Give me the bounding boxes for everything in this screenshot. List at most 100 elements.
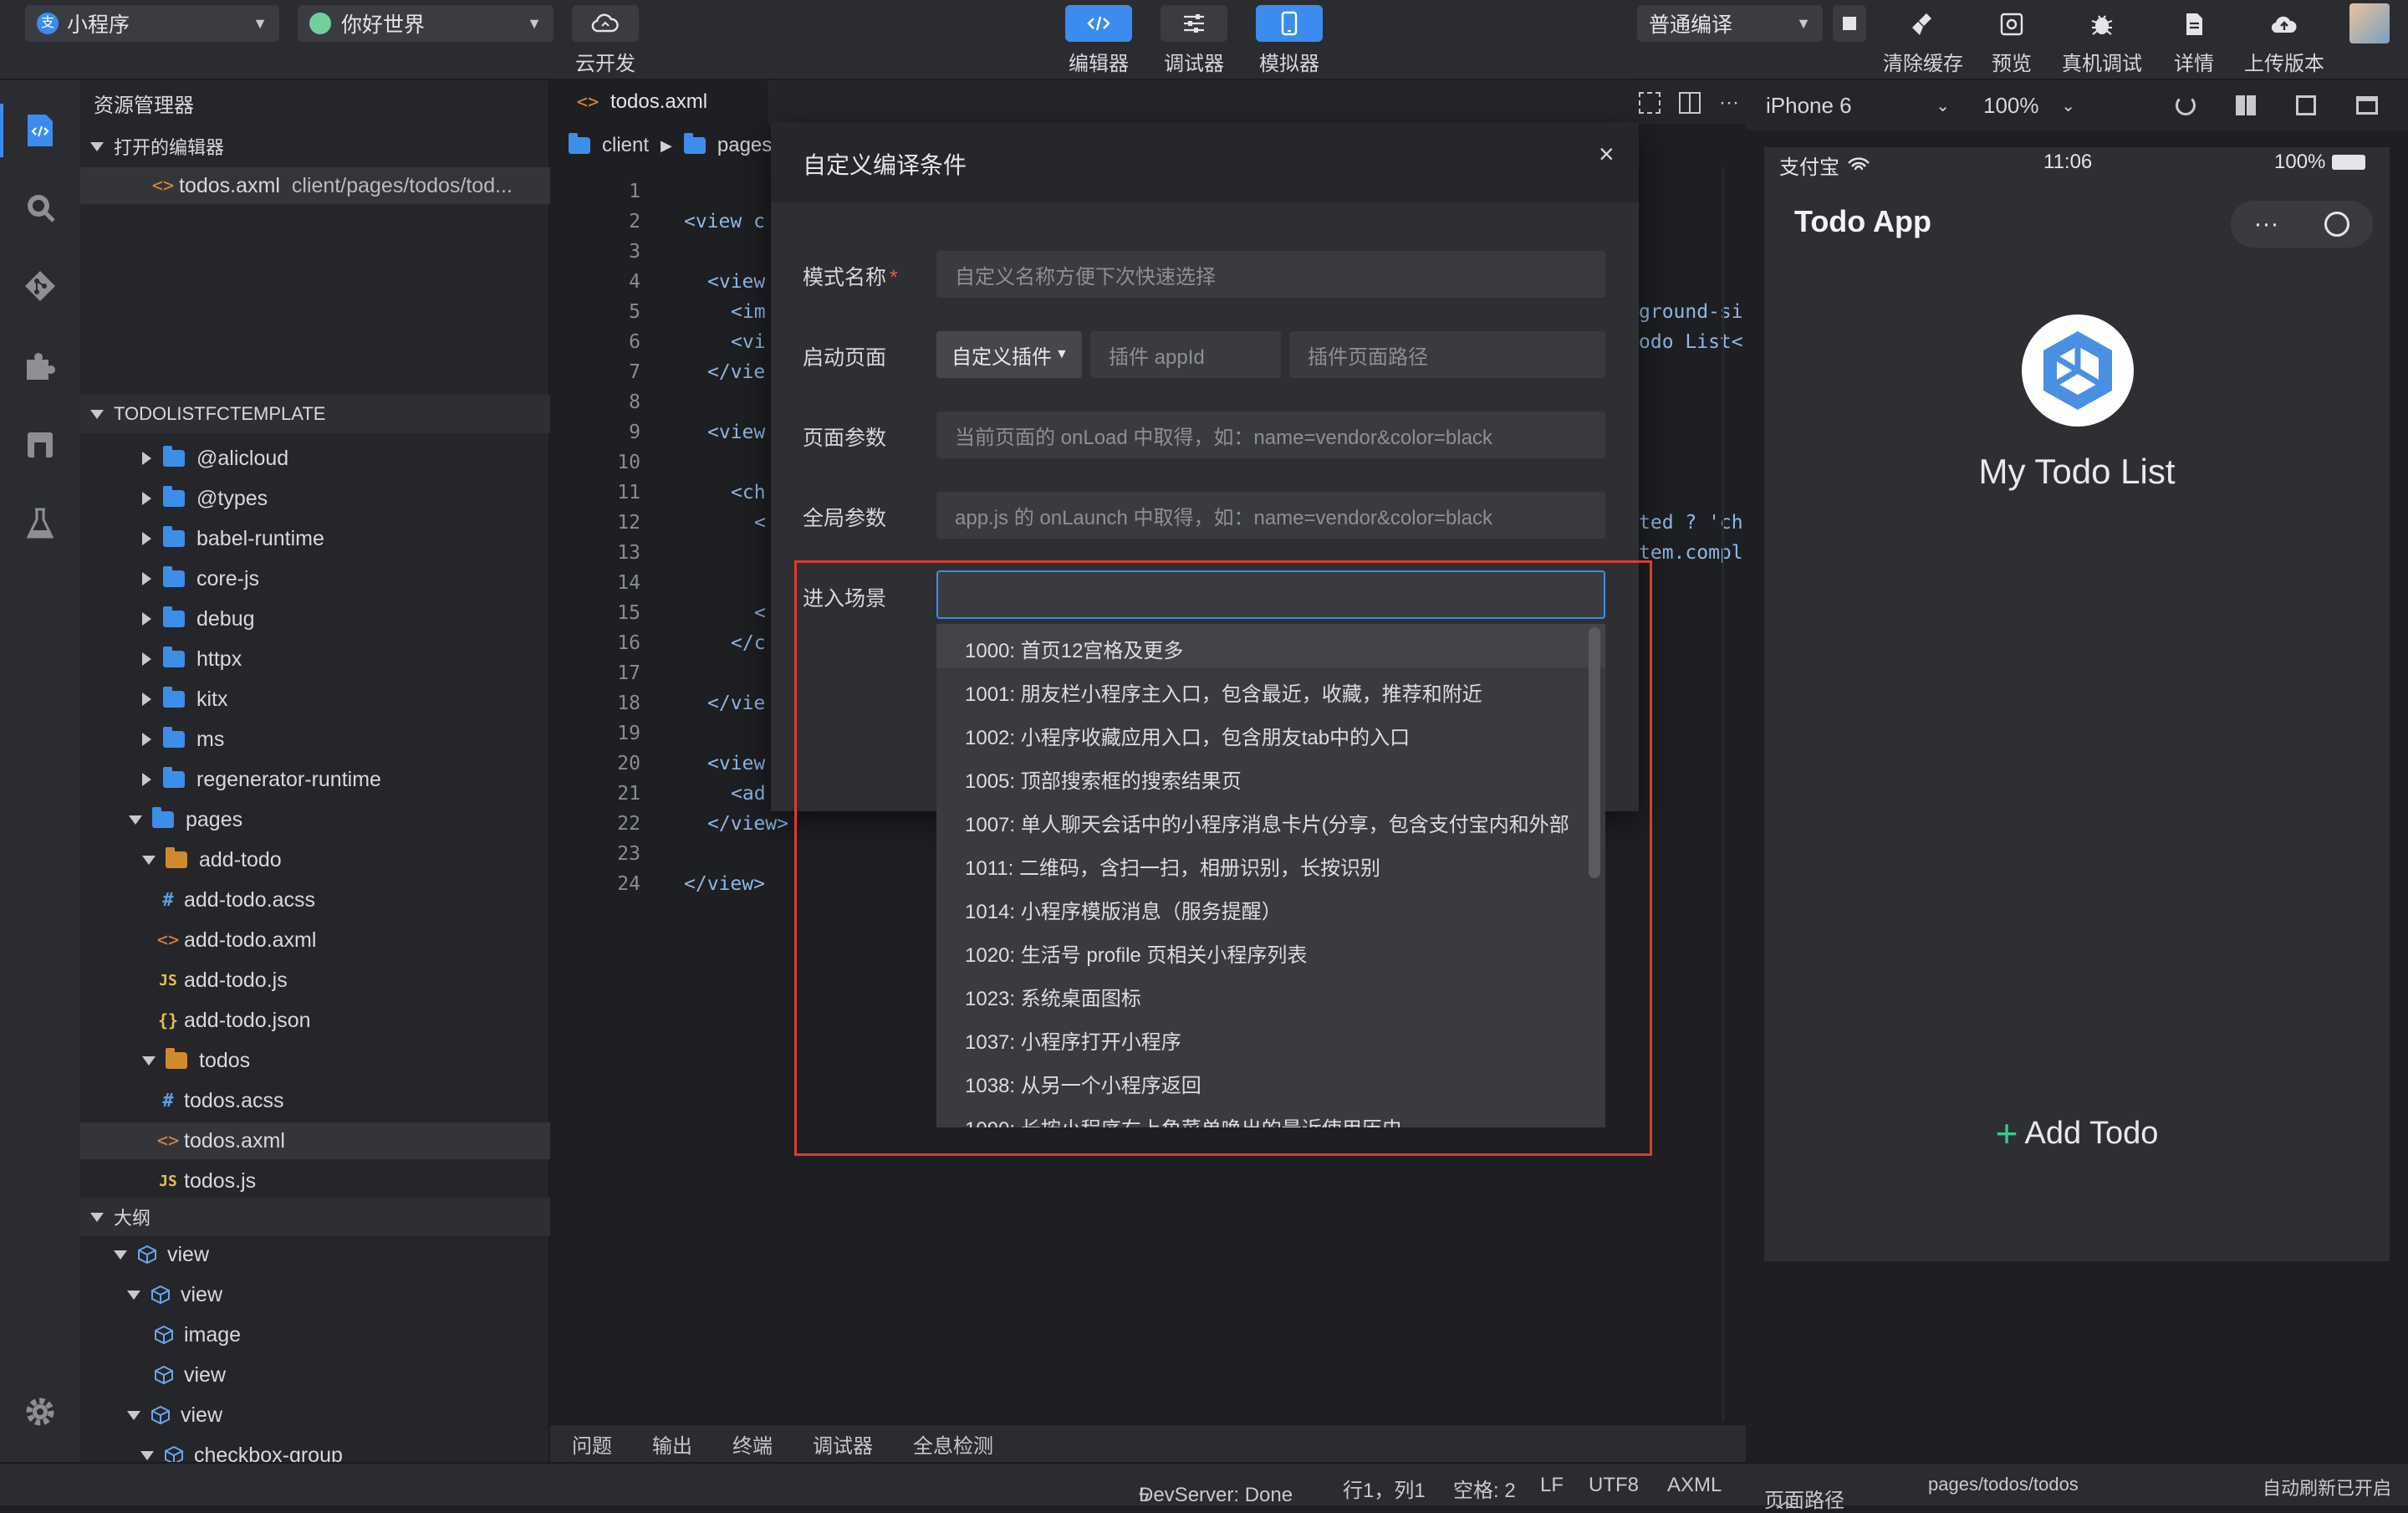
device-debug-button[interactable] [2077, 7, 2127, 42]
code-line[interactable]: </c [731, 632, 766, 654]
auto-refresh-status[interactable]: 自动刷新已开启 [2263, 1474, 2391, 1500]
tree-item[interactable]: @types [80, 480, 550, 517]
upload-button[interactable] [2259, 7, 2309, 42]
user-avatar[interactable] [2349, 3, 2390, 43]
window-icon[interactable] [2356, 96, 2378, 115]
tree-item[interactable]: # add-todo.acss [80, 882, 550, 918]
code-line[interactable]: <view [707, 271, 765, 293]
code-line[interactable]: <im [731, 301, 766, 323]
outline-item[interactable]: view [80, 1276, 550, 1313]
open-editor-item[interactable]: <> todos.axml client/pages/todos/tod... [80, 167, 550, 204]
breadcrumb-pages[interactable]: pages [717, 134, 772, 157]
extensions-activity-button[interactable] [0, 333, 80, 400]
project-select[interactable]: 支 小程序 ▼ [25, 5, 279, 42]
zoom-select[interactable]: 100% ⌄ [1983, 90, 2075, 120]
debugger-toggle-button[interactable] [1161, 5, 1227, 42]
tree-item[interactable]: todos [80, 1042, 550, 1079]
simulator-actions [2176, 92, 2393, 119]
close-icon[interactable]: × [1599, 139, 1615, 170]
search-activity-button[interactable] [0, 174, 80, 241]
preview-code-icon[interactable] [1639, 92, 1661, 114]
project-header[interactable]: TODOLISTFCTEMPLATE [80, 395, 550, 433]
explorer-activity-button[interactable] [0, 97, 80, 164]
code-line[interactable]: < [754, 602, 766, 624]
code-line[interactable]: <ad [731, 783, 766, 805]
clear-cache-button[interactable] [1898, 7, 1948, 42]
test-activity-button[interactable] [0, 490, 80, 557]
code-line[interactable]: </view> [707, 813, 788, 835]
settings-activity-button[interactable] [0, 1378, 80, 1445]
capsule-menu[interactable]: ··· [2231, 201, 2373, 248]
panel-tab-output[interactable]: 输出 [652, 1429, 692, 1459]
tree-item[interactable]: babel-runtime [80, 520, 550, 557]
outline-item[interactable]: view [80, 1357, 550, 1393]
launch-type-select[interactable]: 自定义插件 ▼ [936, 331, 1082, 378]
indent-spaces[interactable]: 空格: 2 [1453, 1474, 1516, 1503]
tree-item[interactable]: pages [80, 801, 550, 838]
panel-tab-problems[interactable]: 问题 [572, 1429, 612, 1459]
grid-icon[interactable] [2236, 95, 2256, 115]
file-language[interactable]: AXML [1667, 1474, 1722, 1497]
code-line[interactable]: </vie [707, 361, 765, 383]
more-icon[interactable]: ··· [1719, 91, 1739, 115]
outline-item[interactable]: checkbox-group [80, 1437, 550, 1462]
panel-tab-terminal[interactable]: 终端 [732, 1429, 773, 1459]
add-todo-button[interactable]: + Add Todo [1764, 1111, 2390, 1156]
tree-item[interactable]: <> todos.axml [80, 1122, 550, 1159]
line-ending[interactable]: LF [1540, 1474, 1564, 1497]
outline-item[interactable]: view [80, 1236, 550, 1273]
panel-tab-holographic[interactable]: 全息检测 [913, 1429, 993, 1459]
editor-toggle-button[interactable] [1065, 5, 1132, 42]
code-line[interactable]: </vie [707, 693, 765, 714]
storage-icon[interactable] [2296, 95, 2316, 115]
tree-item[interactable]: kitx [80, 681, 550, 718]
simulator-toggle-button[interactable] [1256, 5, 1323, 42]
world-select[interactable]: 你好世界 ▼ [298, 5, 554, 42]
tree-item[interactable]: JS add-todo.js [80, 962, 550, 999]
outline-header[interactable]: 大纲 [80, 1198, 550, 1236]
details-button[interactable] [2169, 7, 2219, 42]
plugin-appid-input[interactable]: 插件 appId [1090, 331, 1281, 378]
tree-item[interactable]: regenerator-runtime [80, 761, 550, 798]
outline-item[interactable]: image [80, 1316, 550, 1353]
mode-name-input[interactable]: 自定义名称方便下次快速选择 [936, 251, 1605, 298]
page-params-input[interactable]: 当前页面的 onLoad 中取得，如：name=vendor&color=bla… [936, 411, 1605, 458]
preview-button[interactable] [1987, 7, 2037, 42]
git-activity-button[interactable] [0, 253, 80, 319]
tree-item[interactable]: {} add-todo.json [80, 1002, 550, 1039]
split-editor-icon[interactable] [1679, 92, 1701, 114]
code-line[interactable]: <view c [684, 211, 765, 233]
code-line[interactable]: <ch [731, 482, 766, 503]
code-line[interactable]: </view> [684, 873, 765, 895]
global-params-input[interactable]: app.js 的 onLaunch 中取得，如：name=vendor&colo… [936, 492, 1605, 539]
tree-item[interactable]: ms [80, 721, 550, 758]
stop-button[interactable] [1833, 5, 1866, 42]
tree-item[interactable]: @alicloud [80, 440, 550, 477]
code-line[interactable]: <view [707, 422, 765, 443]
cursor-position[interactable]: 行1，列1 [1343, 1474, 1426, 1503]
close-mini-program-icon[interactable] [2324, 212, 2350, 237]
tree-item[interactable]: debug [80, 601, 550, 637]
cloud-dev-button[interactable] [572, 5, 639, 42]
tree-item[interactable]: JS todos.js [80, 1163, 550, 1199]
editor-tab-todos-axml[interactable]: <> todos.axml [550, 80, 768, 124]
tree-item[interactable]: core-js [80, 560, 550, 597]
tree-item[interactable]: httpx [80, 641, 550, 677]
compile-mode-select[interactable]: 普通编译 ▼ [1637, 5, 1823, 42]
more-dots-icon[interactable]: ··· [2254, 212, 2279, 237]
refresh-icon[interactable] [2176, 95, 2196, 115]
open-editors-header[interactable]: 打开的编辑器 [80, 127, 550, 166]
code-line[interactable]: <vi [731, 331, 766, 353]
panel-tab-debugger[interactable]: 调试器 [813, 1429, 873, 1459]
outline-item[interactable]: view [80, 1397, 550, 1434]
code-line[interactable]: < [754, 512, 766, 534]
device-select[interactable]: iPhone 6 ⌄ [1766, 90, 1950, 120]
tree-item[interactable]: <> add-todo.axml [80, 922, 550, 958]
tree-item[interactable]: # todos.acss [80, 1082, 550, 1119]
breadcrumb-client[interactable]: client [602, 134, 649, 157]
plugin-path-input[interactable]: 插件页面路径 [1289, 331, 1605, 378]
code-line[interactable]: <view [707, 753, 765, 774]
components-activity-button[interactable] [0, 411, 80, 478]
tree-item[interactable]: add-todo [80, 841, 550, 878]
file-encoding[interactable]: UTF8 [1589, 1474, 1639, 1497]
